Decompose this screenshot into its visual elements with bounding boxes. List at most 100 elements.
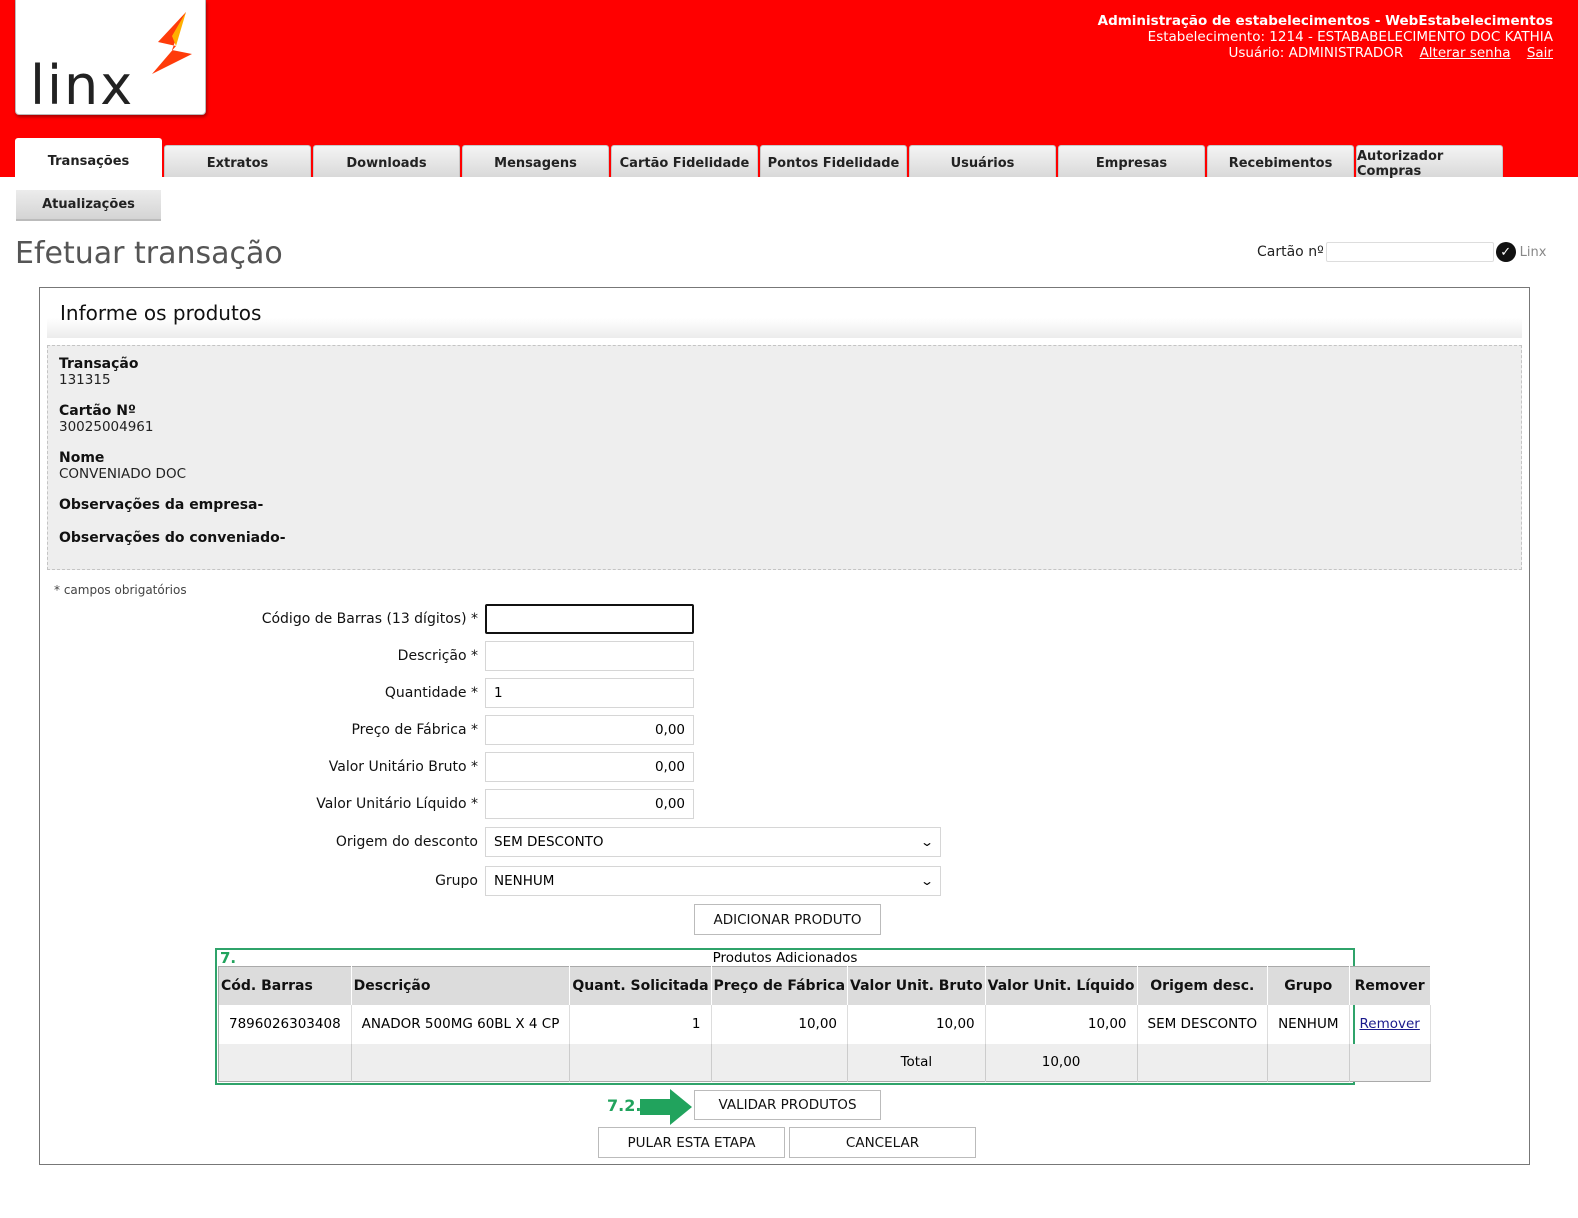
net-unit-label: Valor Unitário Líquido * [316,796,478,812]
chevron-down-icon: ⌄ [919,835,935,849]
quantity-input[interactable] [485,678,694,708]
tab-cartao-fidelidade[interactable]: Cartão Fidelidade [611,145,758,177]
tab-autorizador-compras[interactable]: Autorizador Compras [1356,145,1503,179]
added-products: 7. Produtos Adicionados Cód. Barras Desc… [215,948,1431,1085]
add-product-button[interactable]: ADICIONAR PRODUTO [694,904,881,935]
col-gross-unit: Valor Unit. Bruto [847,966,986,1005]
cell-remove: Remover [1349,1004,1431,1044]
header-info: Administração de estabelecimentos - WebE… [1098,13,1553,61]
table-header-row: Cód. Barras Descrição Quant. Solicitada … [218,966,1431,1005]
establishment-text: Estabelecimento: 1214 - ESTABABELECIMENT… [1147,29,1553,45]
group-row: Grupo NENHUM ⌄ [40,866,941,896]
quantity-row: Quantidade * [40,678,694,708]
total-row: Total 10,00 [218,1043,1431,1082]
panel-title: Informe os produtos [47,288,1522,338]
remove-link[interactable]: Remover [1360,1016,1420,1032]
cell-net-unit: 10,00 [985,1004,1138,1044]
cell-discount-origin: SEM DESCONTO [1137,1004,1269,1044]
factory-price-input[interactable] [485,715,694,745]
table-row: 7896026303408 ANADOR 500MG 60BL X 4 CP 1… [218,1004,1431,1044]
col-remove: Remover [1349,966,1431,1005]
col-description: Descrição [351,966,571,1005]
name-value: CONVENIADO DOC [59,466,186,482]
group-label: Grupo [435,873,478,889]
factory-price-row: Preço de Fábrica * [40,715,694,745]
svg-text:linx: linx [30,54,134,106]
step-7-2-label: 7.2. [607,1096,642,1115]
group-value: NENHUM [494,873,555,889]
description-label: Descrição * [397,648,478,664]
page-title: Efetuar transação [15,236,283,271]
description-input[interactable] [485,641,694,671]
card-number-value: 30025004961 [59,419,154,435]
linx-logo[interactable]: linx [15,0,206,115]
discount-origin-select[interactable]: SEM DESCONTO ⌄ [485,827,941,857]
col-quantity: Quant. Solicitada [569,966,712,1005]
logout-link[interactable]: Sair [1527,45,1553,61]
cell-group: NENHUM [1267,1004,1350,1044]
barcode-input[interactable] [485,604,694,634]
arrow-right-icon [640,1089,692,1125]
cell-description: ANADOR 500MG 60BL X 4 CP [351,1004,571,1044]
products-table: Cód. Barras Descrição Quant. Solicitada … [218,966,1431,1082]
transaction-label: Transação [59,356,139,372]
cell-barcode: 7896026303408 [218,1004,352,1044]
discount-origin-value: SEM DESCONTO [494,834,604,850]
cell-factory-price: 10,00 [711,1004,849,1044]
validate-products-button[interactable]: VALIDAR PRODUTOS [694,1090,881,1120]
linx-logo-icon: linx [30,12,192,106]
card-search-label: Cartão nº [1257,244,1324,260]
tab-downloads[interactable]: Downloads [313,145,460,177]
transaction-info: Transação 131315 Cartão Nº 30025004961 N… [47,345,1522,570]
col-discount-origin: Origem desc. [1137,966,1269,1005]
check-icon[interactable]: ✓ [1495,242,1516,262]
card-search: Cartão nº ✓ Linx [1257,242,1546,262]
net-unit-row: Valor Unitário Líquido * [40,789,694,819]
total-label: Total [847,1043,986,1082]
col-factory-price: Preço de Fábrica [711,966,849,1005]
gross-unit-label: Valor Unitário Bruto * [328,759,478,775]
tab-pontos-fidelidade[interactable]: Pontos Fidelidade [760,145,907,177]
main-tabs: Transações Extratos Downloads Mensagens … [15,138,1505,179]
group-select[interactable]: NENHUM ⌄ [485,866,941,896]
transaction-value: 131315 [59,372,111,388]
card-search-input[interactable] [1325,242,1494,262]
tab-transacoes[interactable]: Transações [15,138,162,177]
required-note: * campos obrigatórios [54,583,187,597]
gross-unit-input[interactable] [485,752,694,782]
top-header: linx Administração de estabelecimentos -… [0,0,1578,179]
discount-origin-row: Origem do desconto SEM DESCONTO ⌄ [40,827,941,857]
products-panel: Informe os produtos Transação 131315 Car… [39,287,1530,1165]
barcode-label: Código de Barras (13 dígitos) * [261,611,478,627]
tab-extratos[interactable]: Extratos [164,145,311,177]
chevron-down-icon: ⌄ [919,874,935,888]
tab-recebimentos[interactable]: Recebimentos [1207,145,1354,177]
member-observations-label: Observações do conveniado- [59,530,286,546]
net-unit-input[interactable] [485,789,694,819]
factory-price-label: Preço de Fábrica * [351,722,478,738]
barcode-row: Código de Barras (13 dígitos) * [40,604,694,634]
app-title: Administração de estabelecimentos - WebE… [1097,13,1553,29]
col-net-unit: Valor Unit. Líquido [985,966,1138,1005]
card-number-label: Cartão Nº [59,403,136,419]
cell-gross-unit: 10,00 [847,1004,986,1044]
cell-quantity: 1 [569,1004,712,1044]
col-group: Grupo [1267,966,1350,1005]
products-caption: Produtos Adicionados [712,950,858,966]
linx-mini-logo: Linx [1519,244,1547,260]
tab-mensagens[interactable]: Mensagens [462,145,609,177]
name-label: Nome [59,450,105,466]
company-observations-label: Observações da empresa- [59,497,264,513]
total-value: 10,00 [985,1043,1138,1082]
change-password-link[interactable]: Alterar senha [1420,45,1511,61]
cancel-button[interactable]: CANCELAR [789,1127,976,1158]
user-text: Usuário: ADMINISTRADOR [1228,45,1404,61]
quantity-label: Quantidade * [384,685,478,701]
tab-usuarios[interactable]: Usuários [909,145,1056,177]
col-barcode: Cód. Barras [218,966,352,1005]
gross-unit-row: Valor Unitário Bruto * [40,752,694,782]
skip-step-button[interactable]: PULAR ESTA ETAPA [598,1127,785,1158]
subtab-atualizacoes[interactable]: Atualizações [16,190,161,221]
tab-empresas[interactable]: Empresas [1058,145,1205,177]
discount-origin-label: Origem do desconto [335,834,478,850]
